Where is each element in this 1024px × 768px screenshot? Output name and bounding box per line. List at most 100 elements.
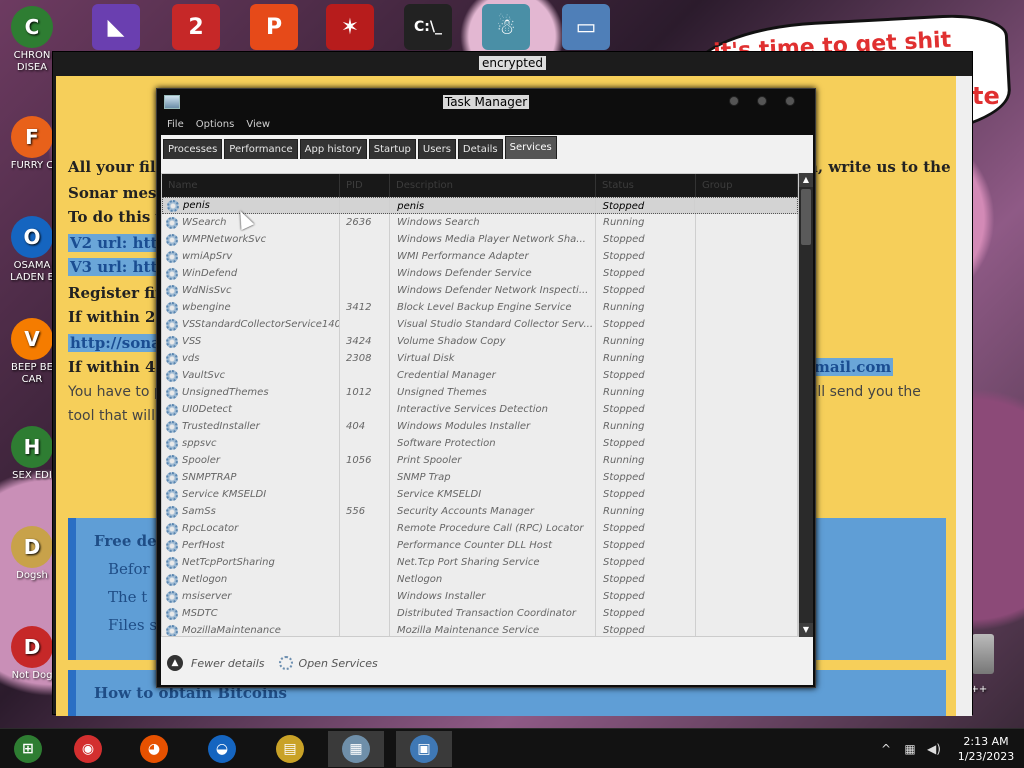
table-row[interactable]: vds 2308 Virtual Disk Running bbox=[162, 350, 798, 367]
bat-icon[interactable]: ✶ bbox=[326, 4, 374, 50]
table-row[interactable]: WdNisSvc Windows Defender Network Inspect… bbox=[162, 282, 798, 299]
scroll-up-arrow-icon[interactable]: ▲ bbox=[799, 173, 813, 187]
tab-processes[interactable]: Processes bbox=[163, 139, 223, 159]
task-manager-titlebar[interactable]: Task Manager bbox=[157, 89, 815, 115]
table-row[interactable]: NetTcpPortSharing Net.Tcp Port Sharing Se… bbox=[162, 554, 798, 571]
menu-file[interactable]: File bbox=[161, 116, 190, 134]
open-services-link[interactable]: Open Services bbox=[278, 656, 378, 670]
service-description: Mozilla Maintenance Service bbox=[390, 622, 596, 636]
table-row[interactable]: WinDefend Windows Defender Service Stopped bbox=[162, 265, 798, 282]
table-row[interactable]: WMPNetworkSvc Windows Media Player Networ… bbox=[162, 231, 798, 248]
table-row[interactable]: wbengine 3412 Block Level Backup Engine Se… bbox=[162, 299, 798, 316]
task-manager-taskbar-icon[interactable]: ▦ bbox=[328, 731, 384, 767]
column-header-status[interactable]: Status bbox=[596, 174, 696, 197]
tab-app-history[interactable]: App history bbox=[299, 139, 367, 159]
recycle-bin-icon[interactable] bbox=[972, 634, 994, 674]
fewer-details-button[interactable]: ▲ Fewer details bbox=[167, 655, 265, 671]
menu-view[interactable]: View bbox=[240, 116, 276, 134]
table-row[interactable]: VSS 3424 Volume Shadow Copy Running bbox=[162, 333, 798, 350]
table-row[interactable]: PerfHost Performance Counter DLL Host Stop… bbox=[162, 537, 798, 554]
ransom-text: If within 48 bbox=[68, 358, 166, 376]
table-row[interactable]: TrustedInstaller 404 Windows Modules Insta… bbox=[162, 418, 798, 435]
service-gear-icon bbox=[166, 454, 178, 467]
snowman-icon[interactable]: ☃ bbox=[482, 4, 530, 50]
table-row[interactable]: VaultSvc Credential Manager Stopped bbox=[162, 367, 798, 384]
tf2-icon[interactable]: 2 bbox=[172, 4, 220, 50]
tab-services[interactable]: Services bbox=[504, 136, 557, 159]
service-name-cell: penis bbox=[163, 198, 341, 213]
column-header-name[interactable]: Name bbox=[162, 174, 340, 197]
service-description: Security Accounts Manager bbox=[390, 503, 596, 520]
service-description: Windows Search bbox=[390, 214, 596, 231]
ransom-scrollbar[interactable] bbox=[956, 76, 972, 716]
scroll-down-arrow-icon[interactable]: ▼ bbox=[799, 623, 813, 637]
table-row[interactable]: UI0Detect Interactive Services Detection S… bbox=[162, 401, 798, 418]
ransom-text-line: V2 url: http bbox=[68, 234, 170, 252]
table-row[interactable]: UnsignedThemes 1012 Unsigned Themes Running bbox=[162, 384, 798, 401]
service-gear-icon bbox=[166, 216, 178, 229]
column-header-group[interactable]: Group bbox=[696, 174, 798, 197]
volume-icon[interactable]: ◀) bbox=[924, 742, 944, 756]
table-row[interactable]: VSStandardCollectorService140 Visual Stud… bbox=[162, 316, 798, 333]
start-button[interactable]: ⊞ bbox=[0, 731, 56, 767]
service-description: WMI Performance Adapter bbox=[390, 248, 596, 265]
table-row[interactable]: MSDTC Distributed Transaction Coordinator… bbox=[162, 605, 798, 622]
table-row[interactable]: RpcLocator Remote Procedure Call (RPC) Lo… bbox=[162, 520, 798, 537]
tab-users[interactable]: Users bbox=[417, 139, 456, 159]
service-gear-icon bbox=[166, 471, 178, 484]
chrome-taskbar-icon[interactable]: ◉ bbox=[60, 731, 116, 767]
service-status: Stopped bbox=[596, 316, 696, 333]
scroll-thumb[interactable] bbox=[801, 189, 811, 245]
file-explorer-taskbar-icon[interactable]: ▤ bbox=[262, 731, 318, 767]
service-name: WSearch bbox=[182, 217, 227, 228]
cmd-icon[interactable]: C:\_ bbox=[404, 4, 452, 50]
service-pid bbox=[340, 622, 390, 636]
obama-taskbar-icon[interactable]: ◒ bbox=[194, 731, 250, 767]
devcpp-icon: D bbox=[11, 626, 53, 668]
service-status: Stopped bbox=[596, 282, 696, 299]
task-manager-window[interactable]: Task Manager File Options View Processes Pe… bbox=[156, 88, 816, 688]
table-row[interactable]: Netlogon Netlogon Stopped bbox=[162, 571, 798, 588]
service-pid bbox=[340, 316, 390, 333]
tab-details[interactable]: Details bbox=[457, 139, 503, 159]
show-hidden-icons-chevron-icon[interactable]: ^ bbox=[876, 742, 896, 756]
menu-options[interactable]: Options bbox=[190, 116, 241, 134]
service-status: Stopped bbox=[596, 622, 696, 636]
service-group bbox=[696, 418, 798, 435]
close-button[interactable] bbox=[785, 96, 795, 106]
firefox-taskbar-icon[interactable]: ◕ bbox=[126, 731, 182, 767]
services-panel: Name PID Description Status Group penis penis… bbox=[161, 159, 813, 685]
service-pid bbox=[340, 554, 390, 571]
table-row[interactable]: Service KMSELDI Service KMSELDI Stopped bbox=[162, 486, 798, 503]
table-row[interactable]: SNMPTRAP SNMP Trap Stopped bbox=[162, 469, 798, 486]
service-name-cell: SNMPTRAP bbox=[162, 469, 340, 486]
clock[interactable]: 2:13 AM 1/23/2023 bbox=[948, 734, 1024, 764]
column-header-pid[interactable]: PID bbox=[340, 174, 390, 197]
tab-bar: Processes Performance App history Startup Us… bbox=[161, 135, 813, 159]
table-row[interactable]: msiserver Windows Installer Stopped bbox=[162, 588, 798, 605]
service-name: Netlogon bbox=[182, 574, 228, 585]
table-row[interactable]: Spooler 1056 Print Spooler Running bbox=[162, 452, 798, 469]
service-name: vds bbox=[182, 353, 200, 364]
service-status: Stopped bbox=[596, 401, 696, 418]
maximize-button[interactable] bbox=[757, 96, 767, 106]
table-row[interactable]: wmiApSrv WMI Performance Adapter Stopped bbox=[162, 248, 798, 265]
service-group bbox=[696, 214, 798, 231]
service-gear-icon bbox=[166, 267, 178, 280]
ransom-window-titlebar[interactable]: encrypted bbox=[53, 52, 972, 74]
table-row[interactable]: penis penis Stopped bbox=[162, 197, 798, 214]
tab-startup[interactable]: Startup bbox=[368, 139, 416, 159]
table-row[interactable]: SamSs 556 Security Accounts Manager Running bbox=[162, 503, 798, 520]
table-row[interactable]: MozillaMaintenance Mozilla Maintenance Se… bbox=[162, 622, 798, 636]
column-header-description[interactable]: Description bbox=[390, 174, 596, 197]
table-row[interactable]: WSearch 2636 Windows Search Running bbox=[162, 214, 798, 231]
services-scrollbar[interactable]: ▲ ▼ bbox=[799, 173, 813, 637]
remote-app-taskbar-icon[interactable]: ▣ bbox=[396, 731, 452, 767]
network-icon[interactable]: ▦ bbox=[900, 742, 920, 756]
pinball-icon[interactable]: P bbox=[250, 4, 298, 50]
visual-studio-icon[interactable]: ◣ bbox=[92, 4, 140, 50]
tab-performance[interactable]: Performance bbox=[224, 139, 298, 159]
minimize-button[interactable] bbox=[729, 96, 739, 106]
window-app-icon[interactable]: ▭ bbox=[562, 4, 610, 50]
table-row[interactable]: sppsvc Software Protection Stopped bbox=[162, 435, 798, 452]
